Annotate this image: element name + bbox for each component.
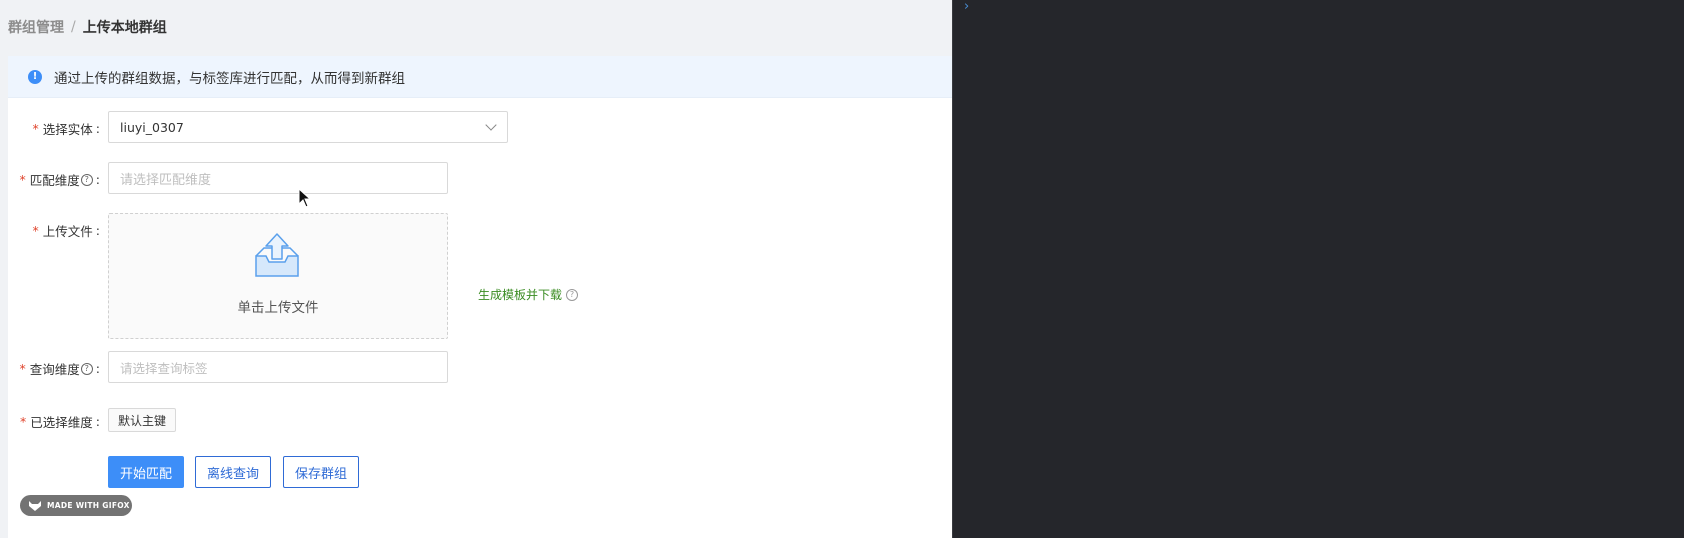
console-prompt-icon: ›	[964, 0, 970, 14]
selected-dimension-colon: :	[95, 414, 100, 429]
breadcrumb-current: 上传本地群组	[82, 20, 167, 36]
upload-colon: :	[95, 223, 100, 238]
match-dimension-label-text: 匹配维度	[29, 173, 80, 188]
required-mark: *	[32, 223, 39, 238]
form-card: ! 通过上传的群组数据，与标签库进行匹配，从而得到新群组 * 选择实体 : li…	[8, 56, 952, 538]
console-panel[interactable]: ›	[952, 0, 1684, 538]
breadcrumb: 群组管理 / 上传本地群组	[8, 17, 167, 37]
entity-select-value: liuyi_0307	[120, 119, 184, 135]
tag-text: 默认主键	[118, 413, 167, 428]
match-dimension-label-wrap: * 匹配维度 ? :	[8, 162, 100, 194]
info-alert: ! 通过上传的群组数据，与标签库进行匹配，从而得到新群组	[8, 56, 952, 98]
upload-label-wrap: * 上传文件 :	[8, 213, 100, 245]
mouse-cursor-icon	[298, 188, 312, 208]
entity-label-text: 选择实体	[42, 122, 93, 137]
required-mark: *	[19, 172, 26, 187]
watermark-text: MADE WITH GIFOX	[47, 501, 130, 510]
breadcrumb-parent[interactable]: 群组管理	[8, 17, 64, 37]
upload-dropzone[interactable]: 单击上传文件	[108, 213, 448, 339]
query-dimension-label-wrap: * 查询维度 ? :	[8, 351, 100, 383]
generate-template-link[interactable]: 生成模板并下载 ?	[478, 286, 579, 303]
query-dimension-label: * 查询维度 ? :	[20, 359, 100, 378]
upload-label-text: 上传文件	[42, 224, 93, 239]
selected-dimension-tag: 默认主键	[108, 408, 177, 432]
fox-icon	[29, 500, 41, 511]
entity-select[interactable]: liuyi_0307	[108, 111, 508, 143]
offline-query-button[interactable]: 离线查询	[195, 456, 271, 488]
upload-icon	[255, 233, 299, 277]
help-icon[interactable]: ?	[566, 288, 579, 301]
entity-label: * 选择实体 :	[33, 119, 100, 138]
selected-dimension-label-text: 已选择维度	[30, 415, 93, 430]
match-dimension-label: * 匹配维度 ? :	[20, 170, 100, 189]
query-dimension-colon: :	[95, 361, 100, 376]
save-group-button[interactable]: 保存群组	[283, 456, 359, 488]
template-link-text[interactable]: 生成模板并下载	[478, 286, 562, 303]
query-dimension-placeholder: 请选择查询标签	[120, 360, 208, 376]
upload-label: * 上传文件 :	[33, 221, 100, 240]
help-icon[interactable]: ?	[80, 173, 93, 186]
start-match-button[interactable]: 开始匹配	[108, 456, 184, 488]
query-dimension-label-text: 查询维度	[29, 362, 80, 377]
match-dimension-select[interactable]: 请选择匹配维度	[108, 162, 448, 194]
required-mark: *	[32, 121, 39, 136]
gifox-watermark: MADE WITH GIFOX	[20, 495, 132, 516]
upload-text: 单击上传文件	[237, 300, 319, 316]
query-dimension-select[interactable]: 请选择查询标签	[108, 351, 448, 383]
help-icon[interactable]: ?	[80, 362, 93, 375]
entity-colon: :	[95, 121, 100, 136]
main-panel: 群组管理 / 上传本地群组 ! 通过上传的群组数据，与标签库进行匹配，从而得到新…	[0, 0, 952, 538]
breadcrumb-separator: /	[71, 19, 76, 35]
selected-dimension-label: * 已选择维度 :	[20, 412, 100, 431]
required-mark: *	[20, 414, 27, 429]
selected-dimension-label-wrap: * 已选择维度 :	[8, 404, 100, 436]
entity-label-wrap: * 选择实体 :	[8, 111, 100, 143]
match-dimension-placeholder: 请选择匹配维度	[120, 172, 212, 188]
alert-text: 通过上传的群组数据，与标签库进行匹配，从而得到新群组	[54, 70, 405, 87]
info-icon: !	[28, 69, 42, 84]
required-mark: *	[19, 361, 26, 376]
chevron-down-icon	[485, 119, 497, 131]
match-dimension-colon: :	[95, 172, 100, 187]
